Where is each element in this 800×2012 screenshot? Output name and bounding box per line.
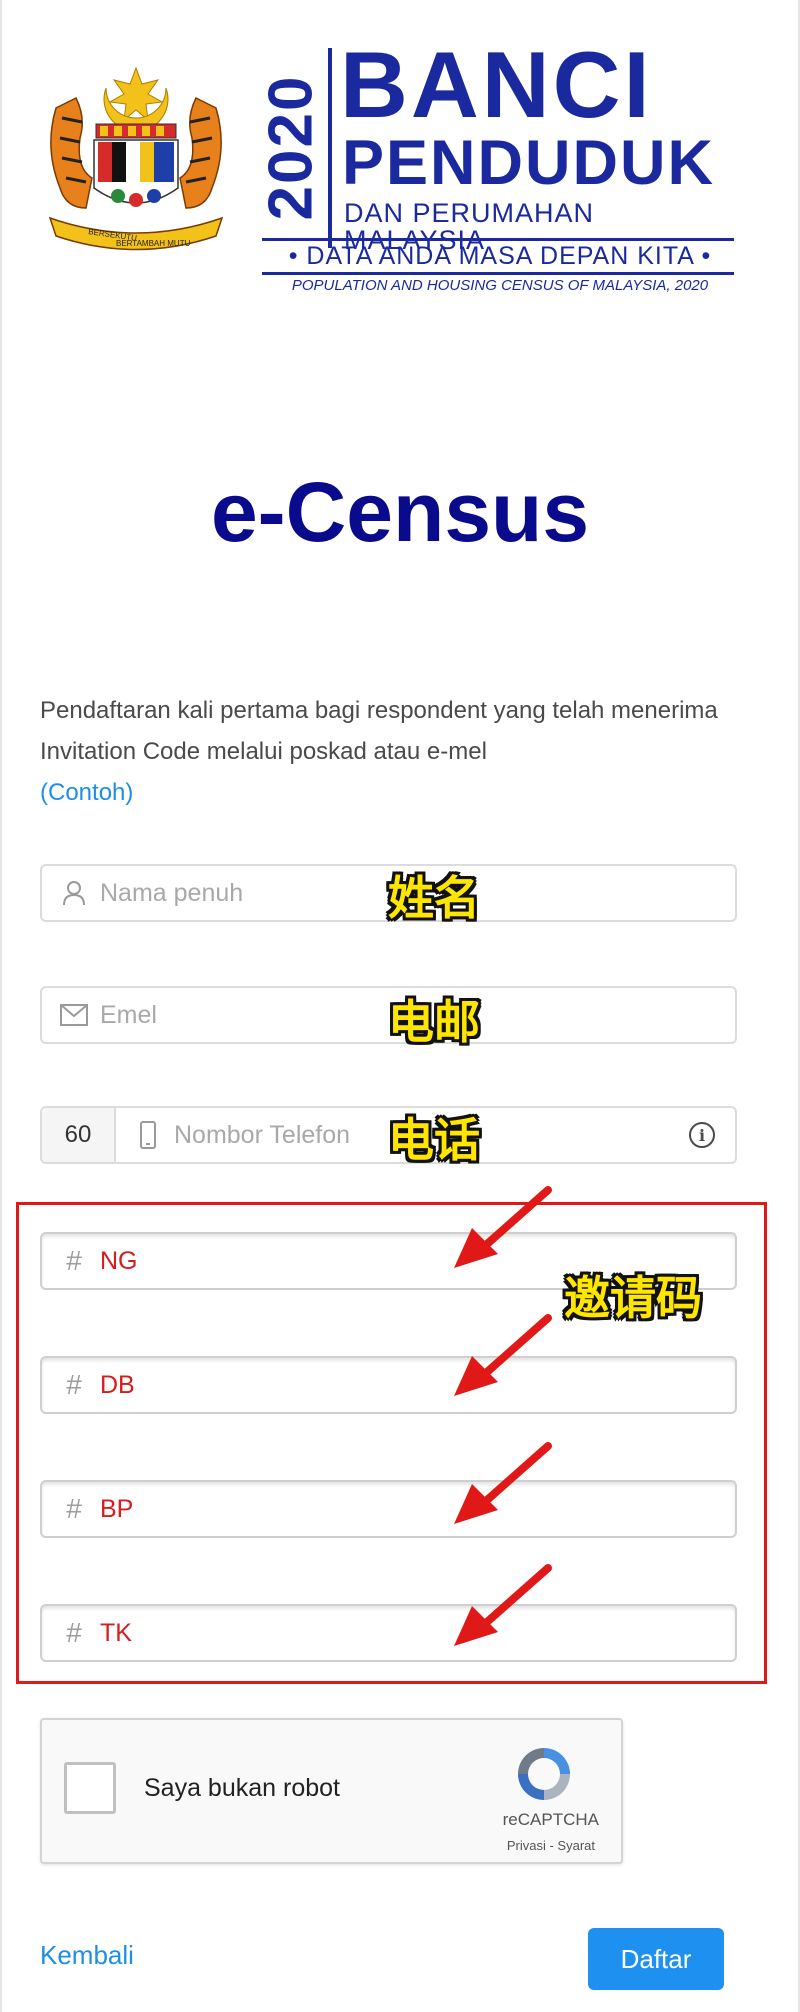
invitation-code-field-4[interactable]: # TK (40, 1604, 737, 1662)
invitation-code-value: DB (100, 1370, 135, 1399)
annotation-email: 电邮 (388, 995, 480, 1049)
banner-divider (328, 48, 332, 248)
recaptcha-label: Saya bukan robot (144, 1774, 340, 1802)
hash-icon: # (66, 1493, 82, 1524)
recaptcha-links: Privasi - Syarat (507, 1838, 595, 1853)
info-icon[interactable]: i (689, 1122, 715, 1148)
user-icon (60, 879, 88, 907)
red-arrow-icon (454, 1442, 552, 1524)
intro-description: Pendaftaran kali pertama bagi respondent… (40, 697, 718, 765)
banner-tagline: • DATA ANDA MASA DEPAN KITA • (288, 242, 712, 270)
banner-english-title: POPULATION AND HOUSING CENSUS OF MALAYSI… (291, 277, 709, 294)
red-arrow-icon (454, 1186, 552, 1268)
intro-text: Pendaftaran kali pertama bagi respondent… (40, 690, 740, 813)
phone-country-code: 60 (42, 1108, 116, 1162)
mail-icon (60, 1001, 88, 1029)
invitation-code-value: TK (100, 1618, 132, 1647)
phone-placeholder: Nombor Telefon (174, 1120, 351, 1149)
privacy-link[interactable]: Privasi (507, 1838, 546, 1853)
annotation-name: 姓名 (388, 871, 480, 925)
recaptcha-checkbox[interactable] (64, 1762, 116, 1814)
email-placeholder: Emel (100, 1000, 157, 1029)
svg-text:BERTAMBAH MUTU: BERTAMBAH MUTU (116, 239, 191, 248)
hash-icon: # (66, 1245, 82, 1276)
banner-rule-bottom (262, 272, 734, 275)
hash-icon: # (66, 1617, 82, 1648)
register-button[interactable]: Daftar (588, 1928, 724, 1990)
phone-icon (134, 1121, 162, 1149)
invitation-code-field-2[interactable]: # DB (40, 1356, 737, 1414)
annotation-phone: 电话 (388, 1113, 480, 1167)
hash-icon: # (66, 1369, 82, 1400)
recaptcha-brand: reCAPTCHA (502, 1810, 599, 1829)
recaptcha-widget: Saya bukan robot reCAPTCHA Privasi - Sya… (40, 1718, 623, 1864)
full-name-placeholder: Nama penuh (100, 878, 244, 907)
census-banner: 2020 BANCI PENDUDUK DAN PERUMAHAN MALAYS… (256, 38, 742, 302)
banner-title: BANCI (340, 32, 653, 137)
red-arrow-icon (454, 1314, 552, 1396)
link-separator: - (545, 1838, 558, 1853)
banner-subtitle: PENDUDUK (342, 128, 716, 198)
invitation-code-value: NG (100, 1246, 138, 1275)
recaptcha-icon (518, 1748, 570, 1800)
page: BERSEKUTU BERTAMBAH MUTU 2020 BANCI PEND… (0, 0, 800, 2012)
invitation-code-field-3[interactable]: # BP (40, 1480, 737, 1538)
terms-link[interactable]: Syarat (557, 1838, 595, 1853)
red-arrow-icon (454, 1564, 552, 1646)
annotation-invitation-code: 邀请码 (564, 1271, 702, 1325)
coat-of-arms-logo: BERSEKUTU BERTAMBAH MUTU (48, 66, 224, 251)
left-border (0, 0, 2, 2012)
invitation-code-value: BP (100, 1494, 134, 1523)
census-year: 2020 (256, 74, 326, 220)
example-link[interactable]: (Contoh) (40, 779, 133, 806)
page-title: e-Census (210, 465, 590, 559)
back-link[interactable]: Kembali (40, 1940, 134, 1971)
